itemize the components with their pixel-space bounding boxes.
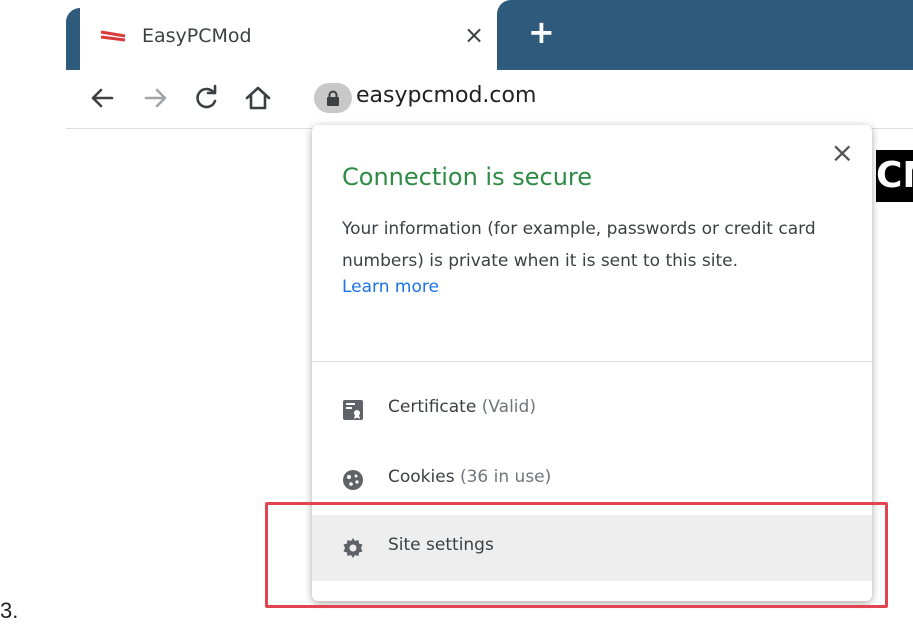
certificate-row[interactable]: Certificate (Valid) <box>312 377 872 443</box>
tab-strip-background <box>497 0 913 70</box>
new-tab-button[interactable]: + <box>528 16 555 48</box>
tab-close-icon[interactable]: × <box>464 21 484 49</box>
lock-icon <box>327 90 339 106</box>
forward-button[interactable] <box>140 82 172 114</box>
site-info-button[interactable] <box>314 83 352 113</box>
arrow-right-icon <box>144 88 167 108</box>
popup-divider <box>312 361 872 362</box>
popup-close-icon[interactable]: × <box>831 139 854 167</box>
home-button[interactable] <box>242 82 274 114</box>
cookies-detail: (36 in use) <box>459 467 552 487</box>
reload-icon <box>196 84 217 109</box>
screenshot: EasyPCMod × + easypcmod.com C × Connecti… <box>0 0 913 635</box>
connection-status-title: Connection is secure <box>342 163 593 191</box>
certificate-detail: (Valid) <box>481 397 536 417</box>
easypcmod-favicon-icon <box>100 30 126 42</box>
back-button[interactable] <box>86 82 118 114</box>
connection-description: Your information (for example, passwords… <box>342 219 816 271</box>
cookie-icon <box>343 470 363 490</box>
step-number: 3. <box>0 598 19 623</box>
cookies-label: Cookies (36 in use) <box>388 467 552 487</box>
tab-easypcmod[interactable]: EasyPCMod × <box>66 8 496 70</box>
home-icon <box>245 86 271 110</box>
reload-button[interactable] <box>190 82 222 114</box>
tab-strip: EasyPCMod × + <box>0 0 913 70</box>
highlight-annotation-box <box>265 502 888 608</box>
browser-toolbar: easypcmod.com <box>66 70 913 129</box>
certificate-icon <box>343 400 363 420</box>
address-bar-url[interactable]: easypcmod.com <box>356 83 536 108</box>
learn-more-link[interactable]: Learn more <box>342 277 439 297</box>
certificate-label: Certificate (Valid) <box>388 397 536 417</box>
site-logo: CM <box>876 150 913 202</box>
arrow-left-icon <box>91 88 114 108</box>
tab-title: EasyPCMod <box>142 25 252 47</box>
